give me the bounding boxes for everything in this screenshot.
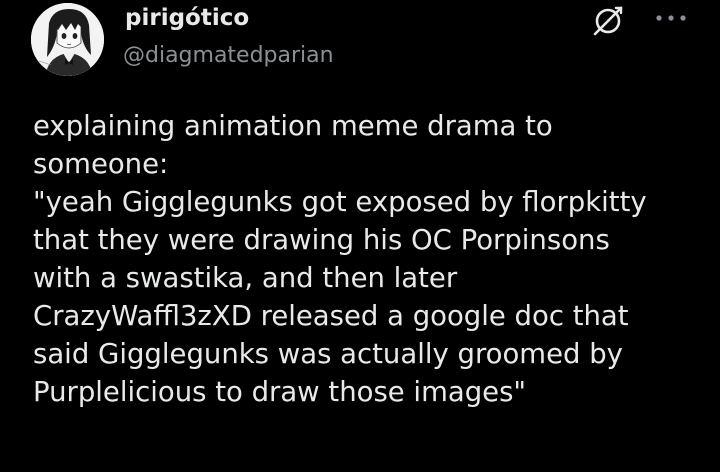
author-display-name[interactable]: pirigótico: [125, 5, 249, 31]
avatar[interactable]: [31, 3, 104, 76]
grok-icon[interactable]: [591, 4, 625, 38]
tweet-text-line: with a swastika, and then later: [33, 262, 458, 294]
tweet-text-line: said Gigglegunks was actually groomed by: [33, 338, 623, 370]
tweet-text-line: explaining animation meme drama to: [33, 110, 553, 142]
tweet-card: pirigótico @diagmatedparian explaining a…: [0, 0, 720, 472]
author-handle[interactable]: @diagmatedparian: [123, 43, 334, 68]
tweet-text-line: that they were drawing his OC Porpinsons: [33, 224, 610, 256]
anime-girl-avatar-icon: [31, 3, 104, 76]
tweet-text-line: Purplelicious to draw those images": [33, 376, 527, 408]
tweet-text-line: CrazyWaffl3zXD released a google doc tha…: [33, 300, 629, 332]
tweet-text: explaining animation meme drama to someo…: [33, 107, 713, 411]
tweet-text-line: someone:: [33, 148, 169, 180]
tweet-text-line: "yeah Gigglegunks got exposed by florpki…: [33, 186, 647, 218]
more-horizontal-icon[interactable]: [653, 6, 689, 30]
